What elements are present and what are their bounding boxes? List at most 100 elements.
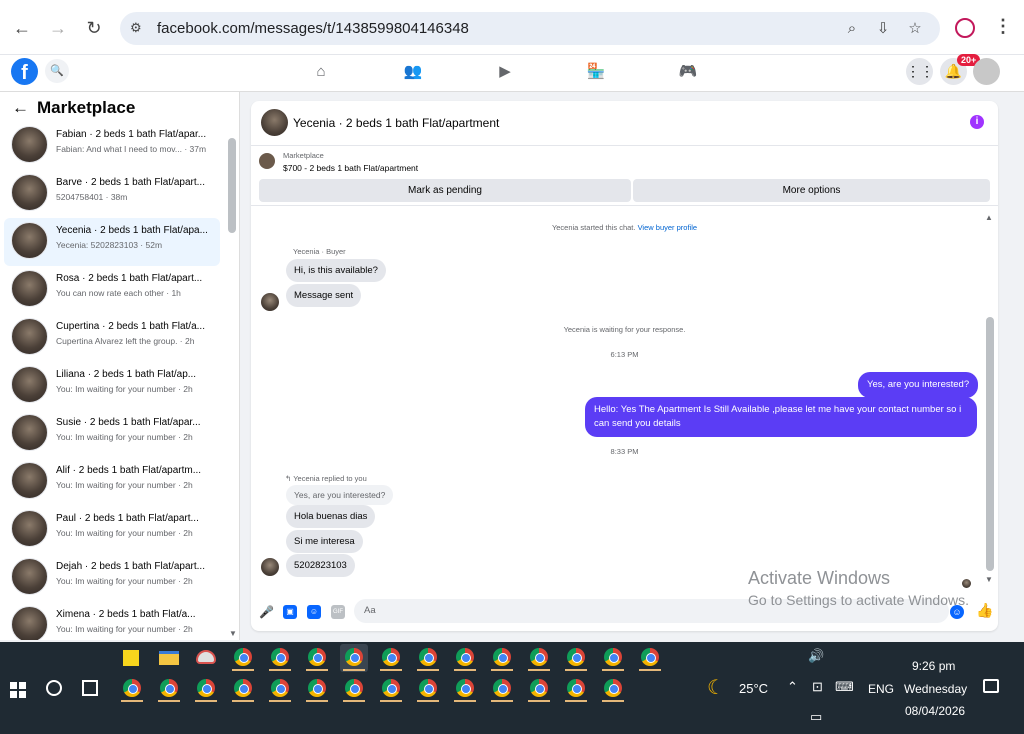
conversation-item[interactable]: Ximena · 2 beds 1 bath Flat/a... You: Im … [4,602,220,640]
conversation-avatar[interactable] [11,126,48,163]
conversation-avatar[interactable] [11,558,48,595]
taskbar-search-icon[interactable] [46,680,62,696]
mark-as-pending-button[interactable]: Mark as pending [259,179,631,202]
conversation-item[interactable]: Susie · 2 beds 1 bath Flat/apar... You: I… [4,410,220,458]
conversation-item[interactable]: Rosa · 2 beds 1 bath Flat/apart... You ca… [4,266,220,314]
home-icon[interactable]: ⌂ [310,61,332,83]
back-arrow-icon[interactable]: ← [12,98,29,117]
reload-icon[interactable]: ↻ [82,16,106,40]
scroll-down-icon[interactable]: ▼ [229,629,237,638]
info-icon[interactable]: i [970,115,984,129]
photo-icon[interactable]: ▣ [283,605,297,619]
forward-arrow-icon[interactable]: → [46,16,70,40]
sticky-notes-app-icon[interactable] [118,644,146,672]
listing-thumbnail[interactable] [259,153,275,169]
chrome-app-icon[interactable] [488,644,516,672]
site-info-icon[interactable]: ⚙ [130,20,146,36]
incoming-message[interactable]: Message sent [286,284,362,307]
menu-grid-icon[interactable]: ⋮⋮ [906,58,934,85]
conversation-avatar[interactable] [11,414,48,451]
chrome-app-icon[interactable] [229,675,257,703]
friends-icon[interactable]: 👥 [402,61,424,83]
network-icon[interactable]: ⊡ [812,679,823,695]
url-text[interactable]: facebook.com/messages/t/1438599804146348 [157,20,469,37]
back-arrow-icon[interactable]: ← [10,16,34,40]
chrome-app-icon[interactable] [599,644,627,672]
profile-icon[interactable] [955,18,975,38]
chrome-app-icon[interactable] [229,644,257,672]
weather-moon-icon[interactable]: ☾ [707,675,725,700]
chrome-app-icon[interactable] [414,675,442,703]
gaming-icon[interactable]: 🎮 [677,61,699,83]
chrome-app-icon[interactable] [377,675,405,703]
chat-title[interactable]: Yecenia · 2 beds 1 bath Flat/apartment [293,116,499,130]
volume-icon[interactable]: 🔊 [808,648,824,664]
chrome-app-icon[interactable] [562,675,590,703]
temperature[interactable]: 25°C [739,681,768,696]
video-icon[interactable]: ▶ [494,61,516,83]
clock-day[interactable]: Wednesday [904,682,967,696]
more-options-button[interactable]: More options [633,179,990,202]
chrome-app-icon[interactable] [303,675,331,703]
chrome-app-icon[interactable] [266,644,294,672]
file-explorer-app-icon[interactable] [155,644,183,672]
clock-time[interactable]: 9:26 pm [912,659,955,673]
address-bar[interactable]: ⚙ facebook.com/messages/t/14385998041463… [120,12,940,45]
conversation-item[interactable]: Barve · 2 beds 1 bath Flat/apart... 52047… [4,170,220,218]
chrome-app-icon[interactable] [525,644,553,672]
chrome-app-icon[interactable] [562,644,590,672]
conversation-item[interactable]: Cupertina · 2 beds 1 bath Flat/a... Cuper… [4,314,220,362]
conversation-avatar[interactable] [11,510,48,547]
conversation-avatar[interactable] [11,174,48,211]
outgoing-message[interactable]: Hello: Yes The Apartment Is Still Availa… [585,397,977,437]
chrome-app-icon[interactable] [525,675,553,703]
chrome-app-icon[interactable] [192,675,220,703]
view-buyer-profile-link[interactable]: View buyer profile [638,223,697,232]
conversation-item[interactable]: Fabian · 2 beds 1 bath Flat/apar... Fabia… [4,122,220,170]
like-icon[interactable]: 👍 [976,602,993,619]
browser-menu-icon[interactable]: ⋮ [994,16,1012,37]
clock-date[interactable]: 08/04/2026 [905,704,965,718]
chrome-app-icon[interactable] [488,675,516,703]
chrome-app-icon[interactable] [155,675,183,703]
chrome-app-icon[interactable] [303,644,331,672]
conversation-avatar[interactable] [11,270,48,307]
keyboard-icon[interactable]: ⌨ [835,679,854,695]
chrome-app-icon[interactable] [118,675,146,703]
windows-start-icon[interactable] [10,682,26,698]
scroll-up-icon[interactable]: ▲ [985,213,993,222]
outgoing-message[interactable]: Yes, are you interested? [858,372,979,398]
facebook-logo-icon[interactable]: f [11,58,38,85]
chrome-app-icon[interactable] [451,644,479,672]
incoming-message[interactable]: Si me interesa [286,530,363,553]
install-icon[interactable]: ⇩ [873,19,893,39]
conversation-avatar[interactable] [11,318,48,355]
conversation-item[interactable]: Alif · 2 beds 1 bath Flat/apartm... You: … [4,458,220,506]
display-icon[interactable]: ▭ [810,709,822,725]
scroll-down-icon[interactable]: ▼ [985,575,993,584]
zoom-icon[interactable]: ⌕ [842,19,862,39]
conversation-item[interactable]: Paul · 2 beds 1 bath Flat/apart... You: I… [4,506,220,554]
chrome-app-icon[interactable] [599,675,627,703]
conversation-item[interactable]: Liliana · 2 beds 1 bath Flat/ap... You: I… [4,362,220,410]
chrome-app-icon[interactable] [377,644,405,672]
chat-scrollbar[interactable] [986,317,994,571]
sticker-icon[interactable]: ☺ [307,605,321,619]
conversation-avatar[interactable] [11,222,48,259]
marketplace-icon[interactable]: 🏪 [585,61,607,83]
incoming-message[interactable]: Hi, is this available? [286,259,386,282]
listing-price[interactable]: $700 - 2 beds 1 bath Flat/apartment [283,163,418,173]
task-view-icon[interactable] [82,680,98,696]
sender-avatar[interactable] [261,558,279,576]
bookmark-star-icon[interactable]: ☆ [905,19,925,39]
chrome-app-icon[interactable] [451,675,479,703]
incoming-message[interactable]: Hola buenas dias [286,505,376,528]
chrome-app-icon[interactable] [340,675,368,703]
conversation-avatar[interactable] [11,462,48,499]
language-indicator[interactable]: ENG [868,682,894,696]
contact-avatar[interactable] [261,109,288,136]
incoming-message[interactable]: 5202823103 [286,554,355,577]
gif-icon[interactable]: GIF [331,605,345,619]
search-icon[interactable]: 🔍 [45,59,69,83]
show-hidden-icons-icon[interactable]: ⌃ [787,679,798,695]
